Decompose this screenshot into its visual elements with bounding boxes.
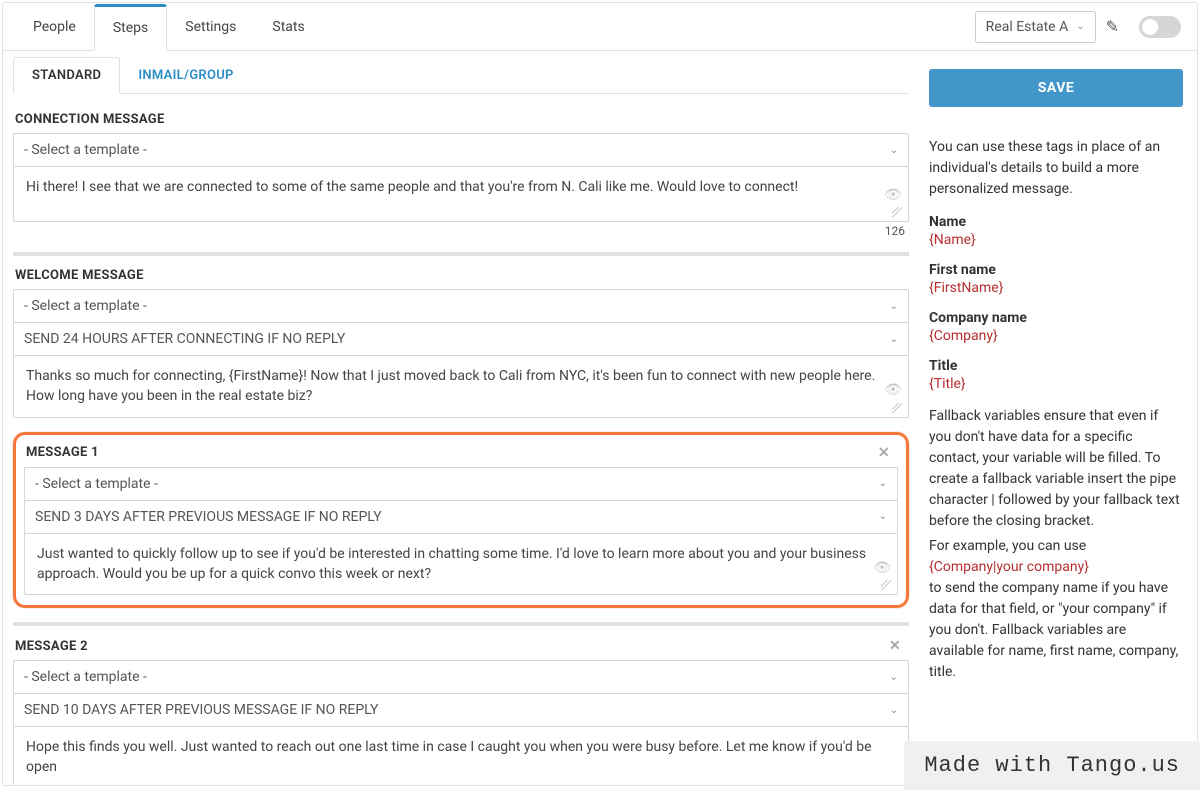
message-2-title: MESSAGE 2 (15, 639, 88, 654)
help-fallback-2b: to send the company name if you have dat… (929, 580, 1178, 680)
help-label-name: Name (929, 214, 1183, 230)
welcome-template-select[interactable]: - Select a template - ⌄ (13, 289, 909, 323)
section-message-1-highlight: MESSAGE 1 ✕ - Select a template - ⌄ SEND… (13, 432, 909, 609)
close-icon[interactable]: ✕ (872, 445, 896, 461)
close-icon[interactable]: ✕ (883, 638, 907, 654)
chevron-down-icon: ⌄ (890, 705, 898, 716)
connection-body[interactable]: Hi there! I see that we are connected to… (13, 166, 909, 222)
message-1-body[interactable]: Just wanted to quickly follow up to see … (24, 533, 898, 596)
message-2-body[interactable]: Hope this finds you well. Just wanted to… (13, 726, 909, 785)
help-fallback-2a: For example, you can use (929, 538, 1086, 554)
campaign-select[interactable]: Real Estate A ⌄ (975, 11, 1096, 43)
sub-tabs: STANDARD INMAIL/GROUP (13, 57, 909, 94)
help-tag-firstname: {FirstName} (929, 280, 1183, 296)
campaign-toggle[interactable] (1139, 16, 1181, 38)
message-1-title: MESSAGE 1 (26, 445, 99, 460)
help-label-title: Title (929, 358, 1183, 374)
welcome-title: WELCOME MESSAGE (13, 264, 909, 289)
chevron-down-icon: ⌄ (879, 478, 887, 489)
sub-tab-inmail[interactable]: INMAIL/GROUP (120, 58, 251, 93)
eye-icon[interactable]: 👁 (884, 380, 902, 400)
top-tabs: People Steps Settings Stats Real Estate … (3, 3, 1197, 51)
help-intro: You can use these tags in place of an in… (929, 137, 1183, 200)
sub-tab-standard[interactable]: STANDARD (13, 57, 120, 94)
save-button[interactable]: SAVE (929, 69, 1183, 107)
section-welcome: WELCOME MESSAGE - Select a template - ⌄ … (13, 252, 909, 418)
char-count: 126 (13, 222, 909, 238)
chevron-down-icon: ⌄ (879, 511, 887, 522)
connection-template-select[interactable]: - Select a template - ⌄ (13, 133, 909, 167)
chevron-down-icon: ⌄ (890, 145, 898, 156)
eye-icon[interactable]: 👁 (884, 185, 902, 205)
connection-title: CONNECTION MESSAGE (13, 108, 909, 133)
watermark: Made with Tango.us (904, 741, 1200, 790)
campaign-name: Real Estate A (986, 19, 1069, 35)
tab-people[interactable]: People (15, 3, 94, 50)
tab-settings[interactable]: Settings (167, 3, 254, 50)
chevron-down-icon: ⌄ (890, 672, 898, 683)
chevron-down-icon: ⌄ (1076, 21, 1084, 32)
message-1-timing-select[interactable]: SEND 3 DAYS AFTER PREVIOUS MESSAGE IF NO… (24, 500, 898, 534)
resize-handle[interactable] (892, 403, 902, 413)
tab-stats[interactable]: Stats (254, 3, 322, 50)
chevron-down-icon: ⌄ (890, 301, 898, 312)
tab-steps[interactable]: Steps (94, 4, 167, 51)
section-message-2: MESSAGE 2 ✕ - Select a template - ⌄ SEND… (13, 622, 909, 785)
chevron-down-icon: ⌄ (890, 334, 898, 345)
resize-handle[interactable] (892, 207, 902, 217)
welcome-timing-select[interactable]: SEND 24 HOURS AFTER CONNECTING IF NO REP… (13, 322, 909, 356)
help-tag-company: {Company} (929, 328, 1183, 344)
help-label-firstname: First name (929, 262, 1183, 278)
message-2-template-select[interactable]: - Select a template - ⌄ (13, 660, 909, 694)
help-tag-title: {Title} (929, 376, 1183, 392)
help-fallback-1: Fallback variables ensure that even if y… (929, 406, 1183, 532)
right-panel: SAVE You can use these tags in place of … (919, 51, 1197, 785)
edit-icon[interactable]: ✎ (1106, 17, 1119, 36)
resize-handle[interactable] (881, 580, 891, 590)
message-1-template-select[interactable]: - Select a template - ⌄ (24, 467, 898, 501)
message-2-timing-select[interactable]: SEND 10 DAYS AFTER PREVIOUS MESSAGE IF N… (13, 693, 909, 727)
help-fallback-tag: {Company|your company} (929, 559, 1089, 575)
eye-icon[interactable]: 👁 (873, 558, 891, 578)
section-connection: CONNECTION MESSAGE - Select a template -… (13, 108, 909, 238)
help-tag-name: {Name} (929, 232, 1183, 248)
help-label-company: Company name (929, 310, 1183, 326)
welcome-body[interactable]: Thanks so much for connecting, {FirstNam… (13, 355, 909, 418)
section-message-1: MESSAGE 1 ✕ - Select a template - ⌄ SEND… (24, 441, 898, 596)
